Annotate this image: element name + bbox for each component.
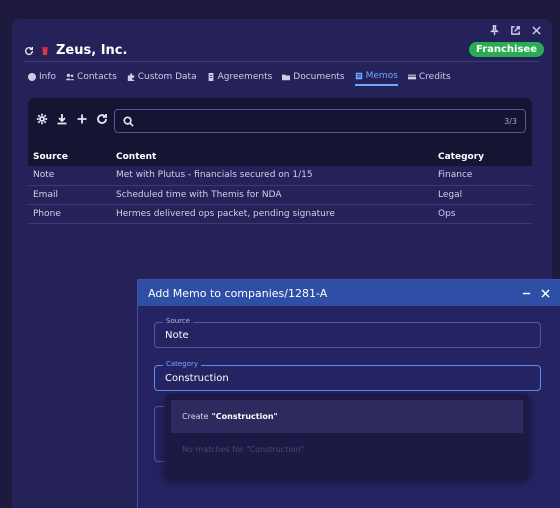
folder-icon <box>282 74 291 81</box>
tab-bar: Info Contacts Custom Data Agreements Doc… <box>28 71 451 86</box>
cell-category: Legal <box>433 185 532 205</box>
tab-memos[interactable]: Memos <box>354 71 398 86</box>
category-field[interactable]: Category Construction <box>154 360 541 391</box>
info-icon <box>28 73 36 81</box>
memo-table: Source Content Category Note Met with Pl… <box>28 147 532 224</box>
tab-credits[interactable]: Credits <box>407 71 451 86</box>
create-value: "Construction" <box>211 412 278 421</box>
table-row[interactable]: Email Scheduled time with Themis for NDA… <box>28 185 532 205</box>
download-icon[interactable] <box>56 113 68 125</box>
cell-category: Finance <box>433 166 532 186</box>
refresh-icon[interactable] <box>24 46 34 56</box>
cell-content: Met with Plutus - financials secured on … <box>111 166 433 186</box>
title-row: Zeus, Inc. <box>24 43 127 58</box>
divider <box>24 61 540 62</box>
category-dropdown: Create "Construction" No matches for "Co… <box>165 394 529 478</box>
trash-icon[interactable] <box>40 46 50 56</box>
column-header-source[interactable]: Source <box>28 147 111 166</box>
status-badge: Franchisee <box>469 42 544 57</box>
source-label: Source <box>163 317 194 325</box>
page-title: Zeus, Inc. <box>56 43 128 58</box>
table-row[interactable]: Phone Hermes delivered ops packet, pendi… <box>28 204 532 224</box>
tab-label: Custom Data <box>137 72 197 82</box>
toolbar <box>36 113 108 125</box>
search-count: 3/3 <box>504 116 517 126</box>
minimize-icon[interactable] <box>522 289 531 298</box>
category-label: Category <box>163 360 201 368</box>
create-prefix: Create <box>182 412 209 421</box>
dialog-title: Add Memo to companies/1281-A <box>148 286 328 300</box>
category-value: Construction <box>165 373 229 384</box>
close-icon[interactable] <box>541 288 550 298</box>
cell-content: Scheduled time with Themis for NDA <box>111 185 433 205</box>
cell-source: Note <box>28 166 111 186</box>
create-option[interactable]: Create "Construction" <box>171 400 523 433</box>
gear-icon[interactable] <box>36 113 48 125</box>
tab-label: Agreements <box>217 72 273 82</box>
tab-agreements[interactable]: Agreements <box>207 71 273 86</box>
source-value: Note <box>165 330 189 341</box>
no-matches-text: No matches for "Construction" <box>182 445 305 454</box>
popout-icon[interactable] <box>510 25 521 36</box>
tab-label: Memos <box>365 71 398 81</box>
reload-icon[interactable] <box>96 113 108 125</box>
tab-label: Documents <box>293 72 345 82</box>
pin-icon[interactable] <box>489 25 500 36</box>
tab-contacts[interactable]: Contacts <box>66 71 117 86</box>
column-header-category[interactable]: Category <box>433 147 532 166</box>
cell-category: Ops <box>433 204 532 224</box>
dialog-controls <box>522 288 550 298</box>
tab-label: Credits <box>418 72 451 82</box>
tab-info[interactable]: Info <box>28 71 56 86</box>
dialog-header: Add Memo to companies/1281-A <box>138 280 560 306</box>
document-icon <box>208 73 214 81</box>
column-header-content[interactable]: Content <box>111 147 433 166</box>
card-icon <box>407 74 416 80</box>
cell-content: Hermes delivered ops packet, pending sig… <box>111 204 433 224</box>
table-header-row: Source Content Category <box>28 147 532 166</box>
add-icon[interactable] <box>76 113 88 125</box>
cell-source: Email <box>28 185 111 205</box>
tab-documents[interactable]: Documents <box>282 71 345 86</box>
search-icon <box>123 115 134 127</box>
window-controls <box>489 25 542 36</box>
memo-icon <box>355 72 362 80</box>
tab-label: Info <box>39 72 57 82</box>
tab-label: Contacts <box>77 72 117 82</box>
cell-source: Phone <box>28 204 111 224</box>
source-field[interactable]: Source Note <box>154 317 541 348</box>
contacts-icon <box>66 73 75 81</box>
close-icon[interactable] <box>531 25 542 36</box>
puzzle-icon <box>127 73 134 81</box>
table-row[interactable]: Note Met with Plutus - financials secure… <box>28 166 532 186</box>
search-input[interactable]: 3/3 <box>114 109 526 133</box>
tab-custom-data[interactable]: Custom Data <box>127 71 197 86</box>
